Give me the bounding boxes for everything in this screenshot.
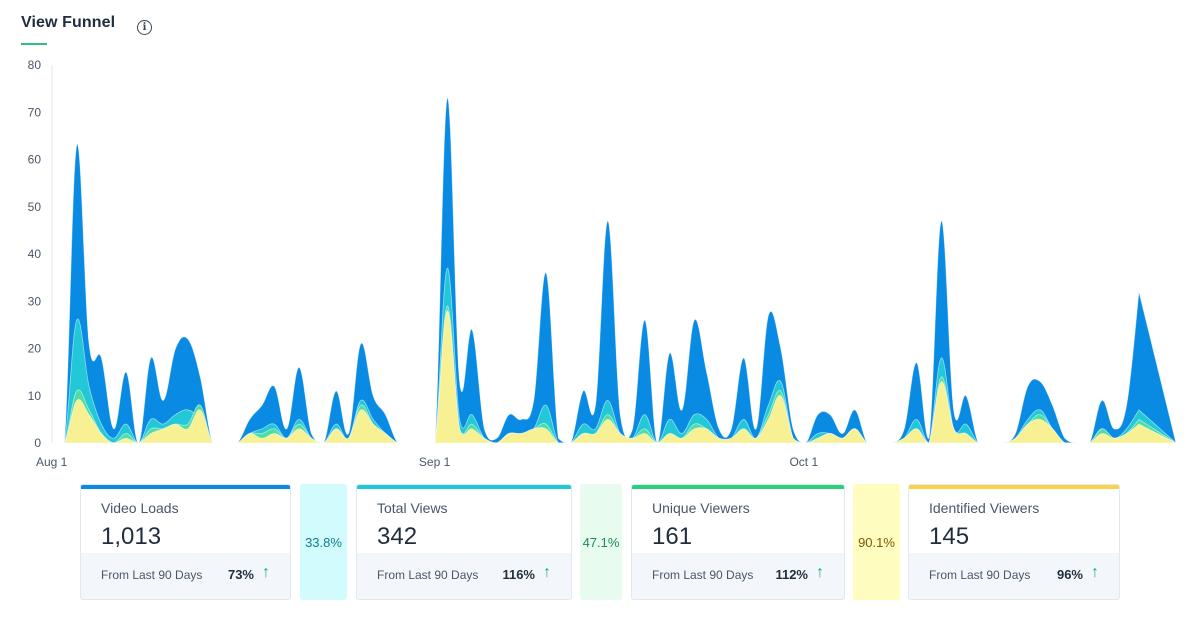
card-footer: From Last 90 Days 96% ↑: [909, 553, 1119, 599]
card-label: Video Loads: [101, 500, 179, 516]
page-title: View Funnel: [21, 14, 116, 31]
x-tick-label: Sep 1: [419, 455, 451, 469]
conversion-rate-views: 33.8%: [300, 484, 347, 600]
card-video-loads[interactable]: Video Loads 1,013 From Last 90 Days 73% …: [80, 484, 291, 600]
card-change: 116%: [502, 567, 535, 582]
y-tick-label: 10: [28, 389, 42, 403]
card-value: 1,013: [101, 523, 162, 550]
card-topbar: [632, 485, 844, 489]
card-total-views[interactable]: Total Views 342 From Last 90 Days 116% ↑: [356, 484, 572, 600]
y-tick-label: 70: [28, 105, 42, 119]
card-unique-viewers[interactable]: Unique Viewers 161 From Last 90 Days 112…: [631, 484, 845, 600]
y-tick-label: 60: [28, 153, 42, 167]
y-tick-label: 80: [28, 58, 42, 72]
arrow-up-icon: ↑: [816, 564, 824, 581]
x-tick-label: Oct 1: [789, 455, 818, 469]
info-icon[interactable]: i: [137, 20, 152, 35]
y-tick-label: 0: [34, 436, 41, 450]
card-label: Total Views: [377, 500, 448, 516]
card-value: 342: [377, 523, 418, 550]
card-footer: From Last 90 Days 116% ↑: [357, 553, 571, 599]
header: View Funnel i: [21, 14, 152, 48]
card-value: 161: [652, 523, 693, 550]
area-series-video-loads: [52, 97, 1177, 444]
card-change: 73%: [227, 567, 254, 582]
card-from: From Last 90 Days: [101, 568, 203, 582]
card-label: Identified Viewers: [929, 500, 1040, 516]
card-from: From Last 90 Days: [652, 568, 754, 582]
card-label: Unique Viewers: [652, 500, 750, 516]
card-topbar: [909, 485, 1119, 489]
card-identified-viewers[interactable]: Identified Viewers 145 From Last 90 Days…: [908, 484, 1120, 600]
card-value: 145: [929, 523, 970, 550]
conversion-rate-identified: 90.1%: [853, 484, 900, 600]
card-from: From Last 90 Days: [377, 568, 479, 582]
card-topbar: [81, 485, 290, 489]
card-change: 96%: [1056, 567, 1083, 582]
title-underline: [21, 43, 47, 45]
arrow-up-icon: ↑: [1091, 564, 1099, 581]
y-tick-label: 20: [28, 342, 42, 356]
y-tick-label: 30: [28, 294, 42, 308]
card-from: From Last 90 Days: [929, 568, 1031, 582]
y-tick-label: 50: [28, 200, 42, 214]
y-tick-label: 40: [28, 247, 42, 261]
view-funnel-chart: 0 10 20 30 40 50 60 70 80 Aug 1 Sep 1 Oct 1: [28, 58, 1178, 469]
card-footer: From Last 90 Days 73% ↑: [81, 553, 290, 599]
card-change: 112%: [775, 567, 808, 582]
card-topbar: [357, 485, 571, 489]
arrow-up-icon: ↑: [543, 564, 551, 581]
x-tick-label: Aug 1: [36, 455, 68, 469]
arrow-up-icon: ↑: [262, 564, 270, 581]
conversion-rate-unique: 47.1%: [580, 484, 622, 600]
card-footer: From Last 90 Days 112% ↑: [632, 553, 844, 599]
